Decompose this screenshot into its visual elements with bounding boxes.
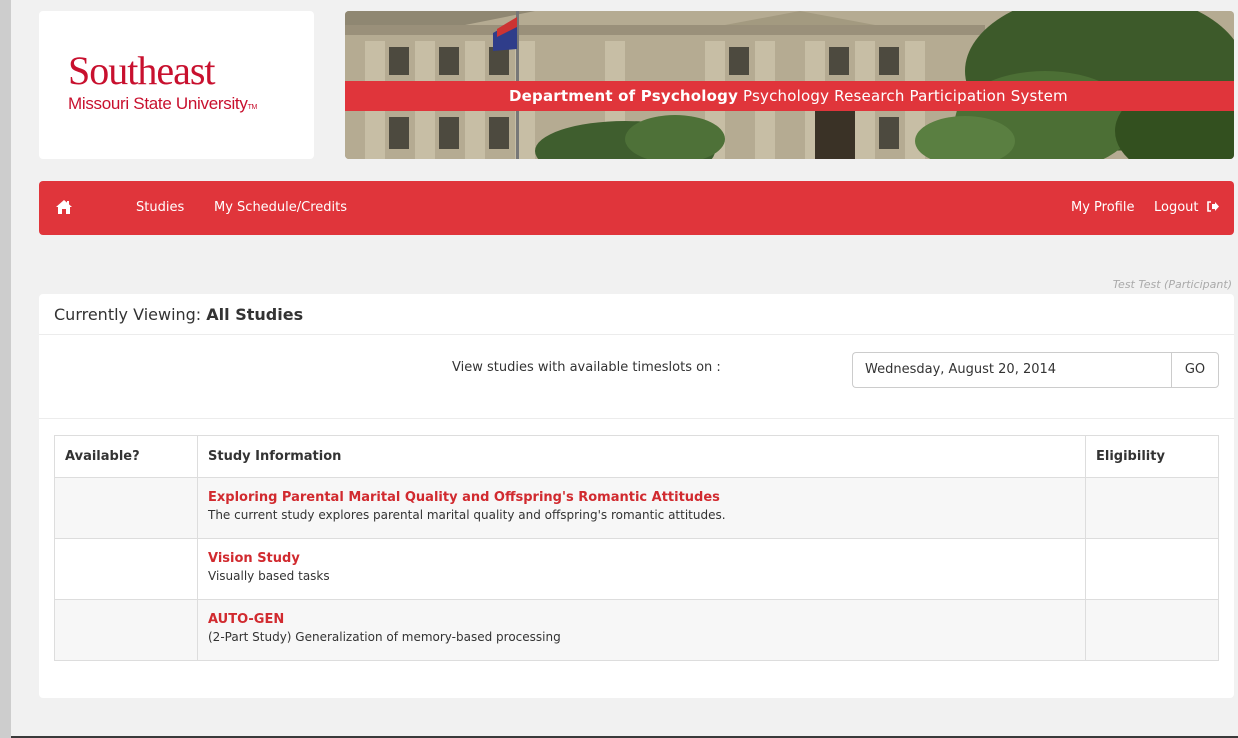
logout-label: Logout bbox=[1154, 200, 1199, 215]
cell-available bbox=[54, 538, 198, 600]
logo-trademark: TM bbox=[247, 104, 258, 111]
studies-panel: Currently Viewing: All Studies View stud… bbox=[39, 294, 1234, 698]
nav-logout[interactable]: Logout bbox=[1154, 181, 1219, 235]
go-button[interactable]: GO bbox=[1171, 352, 1219, 388]
study-description: (2-Part Study) Generalization of memory-… bbox=[208, 630, 561, 644]
study-title-link[interactable]: Vision Study bbox=[208, 551, 1075, 566]
date-filter-label: View studies with available timeslots on… bbox=[452, 360, 721, 375]
banner-system-name: Psychology Research Participation System bbox=[743, 87, 1068, 105]
cell-eligibility bbox=[1085, 599, 1219, 661]
study-title-link[interactable]: AUTO-GEN bbox=[208, 612, 1075, 627]
study-title-link[interactable]: Exploring Parental Marital Quality and O… bbox=[208, 490, 1075, 505]
cell-eligibility bbox=[1085, 477, 1219, 539]
logo-wordmark: Southeast bbox=[68, 48, 216, 93]
viewing-prefix: Currently Viewing: bbox=[54, 305, 202, 324]
home-icon[interactable] bbox=[56, 200, 72, 218]
studies-table: Available? Study Information Eligibility… bbox=[54, 435, 1219, 661]
date-input[interactable]: Wednesday, August 20, 2014 bbox=[852, 352, 1171, 388]
header-available: Available? bbox=[54, 435, 198, 478]
nav-my-schedule-credits[interactable]: My Schedule/Credits bbox=[214, 181, 347, 235]
logo-subtitle: Missouri State UniversityTM bbox=[68, 94, 258, 113]
viewing-value: All Studies bbox=[206, 305, 304, 324]
university-logo[interactable]: Southeast Missouri State UniversityTM bbox=[39, 11, 314, 159]
nav-my-profile[interactable]: My Profile bbox=[1071, 181, 1134, 235]
table-row: AUTO-GEN (2-Part Study) Generalization o… bbox=[54, 599, 1219, 661]
banner-title-strip: Department of Psychology Psychology Rese… bbox=[345, 81, 1234, 111]
panel-heading: Currently Viewing: All Studies bbox=[39, 294, 1234, 335]
cell-eligibility bbox=[1085, 538, 1219, 600]
main-navbar: Studies My Schedule/Credits My Profile L… bbox=[39, 181, 1234, 235]
current-user-label: Test Test (Participant) bbox=[1112, 278, 1232, 291]
banner-department: Department of Psychology bbox=[509, 87, 739, 105]
table-row: Exploring Parental Marital Quality and O… bbox=[54, 477, 1219, 539]
nav-studies[interactable]: Studies bbox=[136, 181, 184, 235]
date-filter-row: View studies with available timeslots on… bbox=[39, 335, 1234, 419]
study-description: Visually based tasks bbox=[208, 569, 330, 583]
header-study-information: Study Information bbox=[197, 435, 1086, 478]
window-left-edge bbox=[0, 0, 11, 738]
table-row: Vision Study Visually based tasks bbox=[54, 538, 1219, 600]
header-banner: Department of Psychology Psychology Rese… bbox=[345, 11, 1234, 159]
table-header-row: Available? Study Information Eligibility bbox=[54, 435, 1219, 478]
cell-available bbox=[54, 599, 198, 661]
cell-study-information: AUTO-GEN (2-Part Study) Generalization o… bbox=[197, 599, 1086, 661]
cell-study-information: Vision Study Visually based tasks bbox=[197, 538, 1086, 600]
cell-available bbox=[54, 477, 198, 539]
header-eligibility: Eligibility bbox=[1085, 435, 1219, 478]
study-description: The current study explores parental mari… bbox=[208, 508, 726, 522]
sign-out-icon bbox=[1206, 201, 1219, 212]
cell-study-information: Exploring Parental Marital Quality and O… bbox=[197, 477, 1086, 539]
